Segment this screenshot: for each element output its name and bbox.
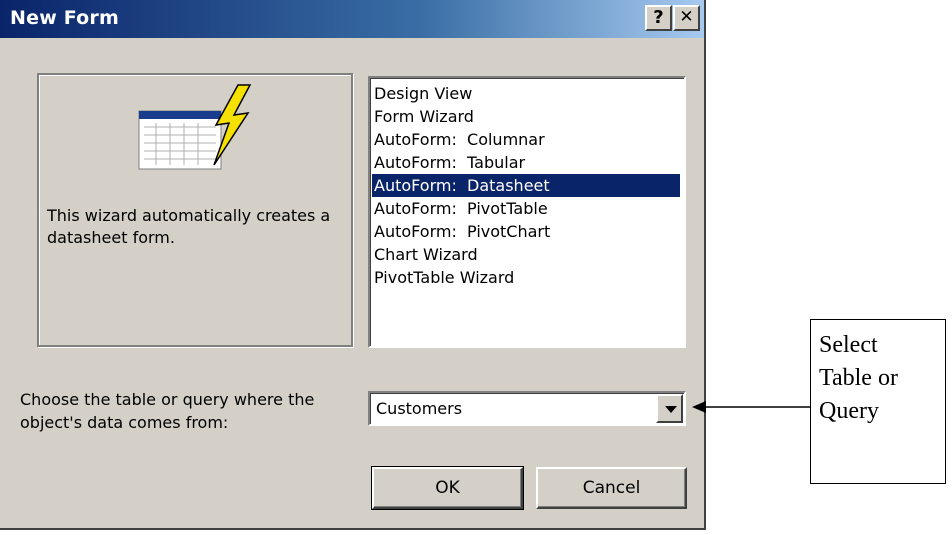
- callout-annotation: Select Table or Query: [810, 319, 946, 484]
- callout-line-1: Select: [819, 332, 878, 358]
- callout-line-3: Query: [819, 398, 879, 424]
- callout-line-2: Table or: [819, 365, 898, 391]
